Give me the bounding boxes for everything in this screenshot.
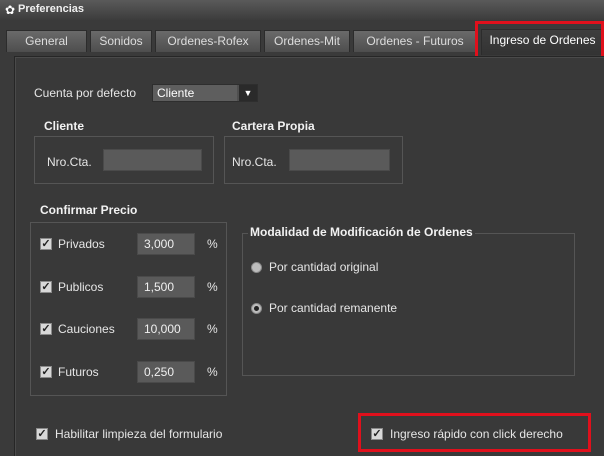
cauciones-checkbox[interactable]: ✓ bbox=[40, 323, 52, 335]
radio-cantidad-original-label: Por cantidad original bbox=[269, 260, 379, 274]
tab-ordenes-futuros[interactable]: Ordenes - Futuros bbox=[353, 30, 477, 52]
cliente-nro-label: Nro.Cta. bbox=[47, 155, 92, 169]
privados-unit: % bbox=[207, 237, 218, 251]
privados-checkbox[interactable]: ✓ bbox=[40, 238, 52, 250]
cartera-nro-input[interactable] bbox=[289, 149, 390, 171]
tab-general[interactable]: General bbox=[6, 30, 87, 52]
clear-form-checkbox[interactable]: ✓ bbox=[36, 428, 48, 440]
confirm-title: Confirmar Precio bbox=[40, 203, 138, 217]
gear-icon: ✿ bbox=[4, 3, 16, 17]
clear-form-label: Habilitar limpieza del formulario bbox=[55, 427, 223, 441]
title-bar: ✿ Preferencias bbox=[0, 0, 604, 21]
tab-highlight-box bbox=[475, 21, 604, 59]
tab-ordenes-rofex[interactable]: Ordenes-Rofex bbox=[155, 30, 261, 52]
futuros-unit: % bbox=[207, 365, 218, 379]
cauciones-unit: % bbox=[207, 322, 218, 336]
radio-cantidad-remanente[interactable] bbox=[251, 303, 262, 314]
privados-value[interactable]: 3,000 bbox=[137, 233, 195, 255]
account-combo[interactable]: Cliente ▼ bbox=[152, 84, 258, 102]
publicos-value[interactable]: 1,500 bbox=[137, 276, 195, 298]
tab-ordenes-mit[interactable]: Ordenes-Mit bbox=[264, 30, 350, 52]
account-label: Cuenta por defecto bbox=[34, 86, 137, 100]
privados-label: Privados bbox=[58, 237, 105, 251]
publicos-unit: % bbox=[207, 280, 218, 294]
futuros-value[interactable]: 0,250 bbox=[137, 361, 195, 383]
publicos-label: Publicos bbox=[58, 280, 104, 294]
cauciones-value[interactable]: 10,000 bbox=[137, 318, 195, 340]
radio-cantidad-original[interactable] bbox=[251, 262, 262, 273]
window-title: Preferencias bbox=[18, 3, 85, 15]
cliente-nro-input[interactable] bbox=[103, 149, 202, 171]
cartera-nro-label: Nro.Cta. bbox=[232, 155, 277, 169]
publicos-checkbox[interactable]: ✓ bbox=[40, 281, 52, 293]
futuros-label: Futuros bbox=[58, 365, 99, 379]
cartera-title: Cartera Propia bbox=[232, 119, 315, 133]
chevron-down-icon: ▼ bbox=[239, 85, 257, 101]
preferences-window: ✿ Preferencias General Sonidos Ordenes-R… bbox=[0, 0, 604, 456]
quick-entry-highlight-box bbox=[358, 413, 591, 452]
cliente-title: Cliente bbox=[44, 119, 85, 133]
cauciones-label: Cauciones bbox=[58, 322, 115, 336]
radio-cantidad-remanente-label: Por cantidad remanente bbox=[269, 301, 398, 315]
modalidad-title: Modalidad de Modificación de Ordenes bbox=[248, 225, 475, 239]
futuros-checkbox[interactable]: ✓ bbox=[40, 366, 52, 378]
account-combo-value: Cliente bbox=[153, 85, 237, 101]
tab-sonidos[interactable]: Sonidos bbox=[90, 30, 152, 52]
